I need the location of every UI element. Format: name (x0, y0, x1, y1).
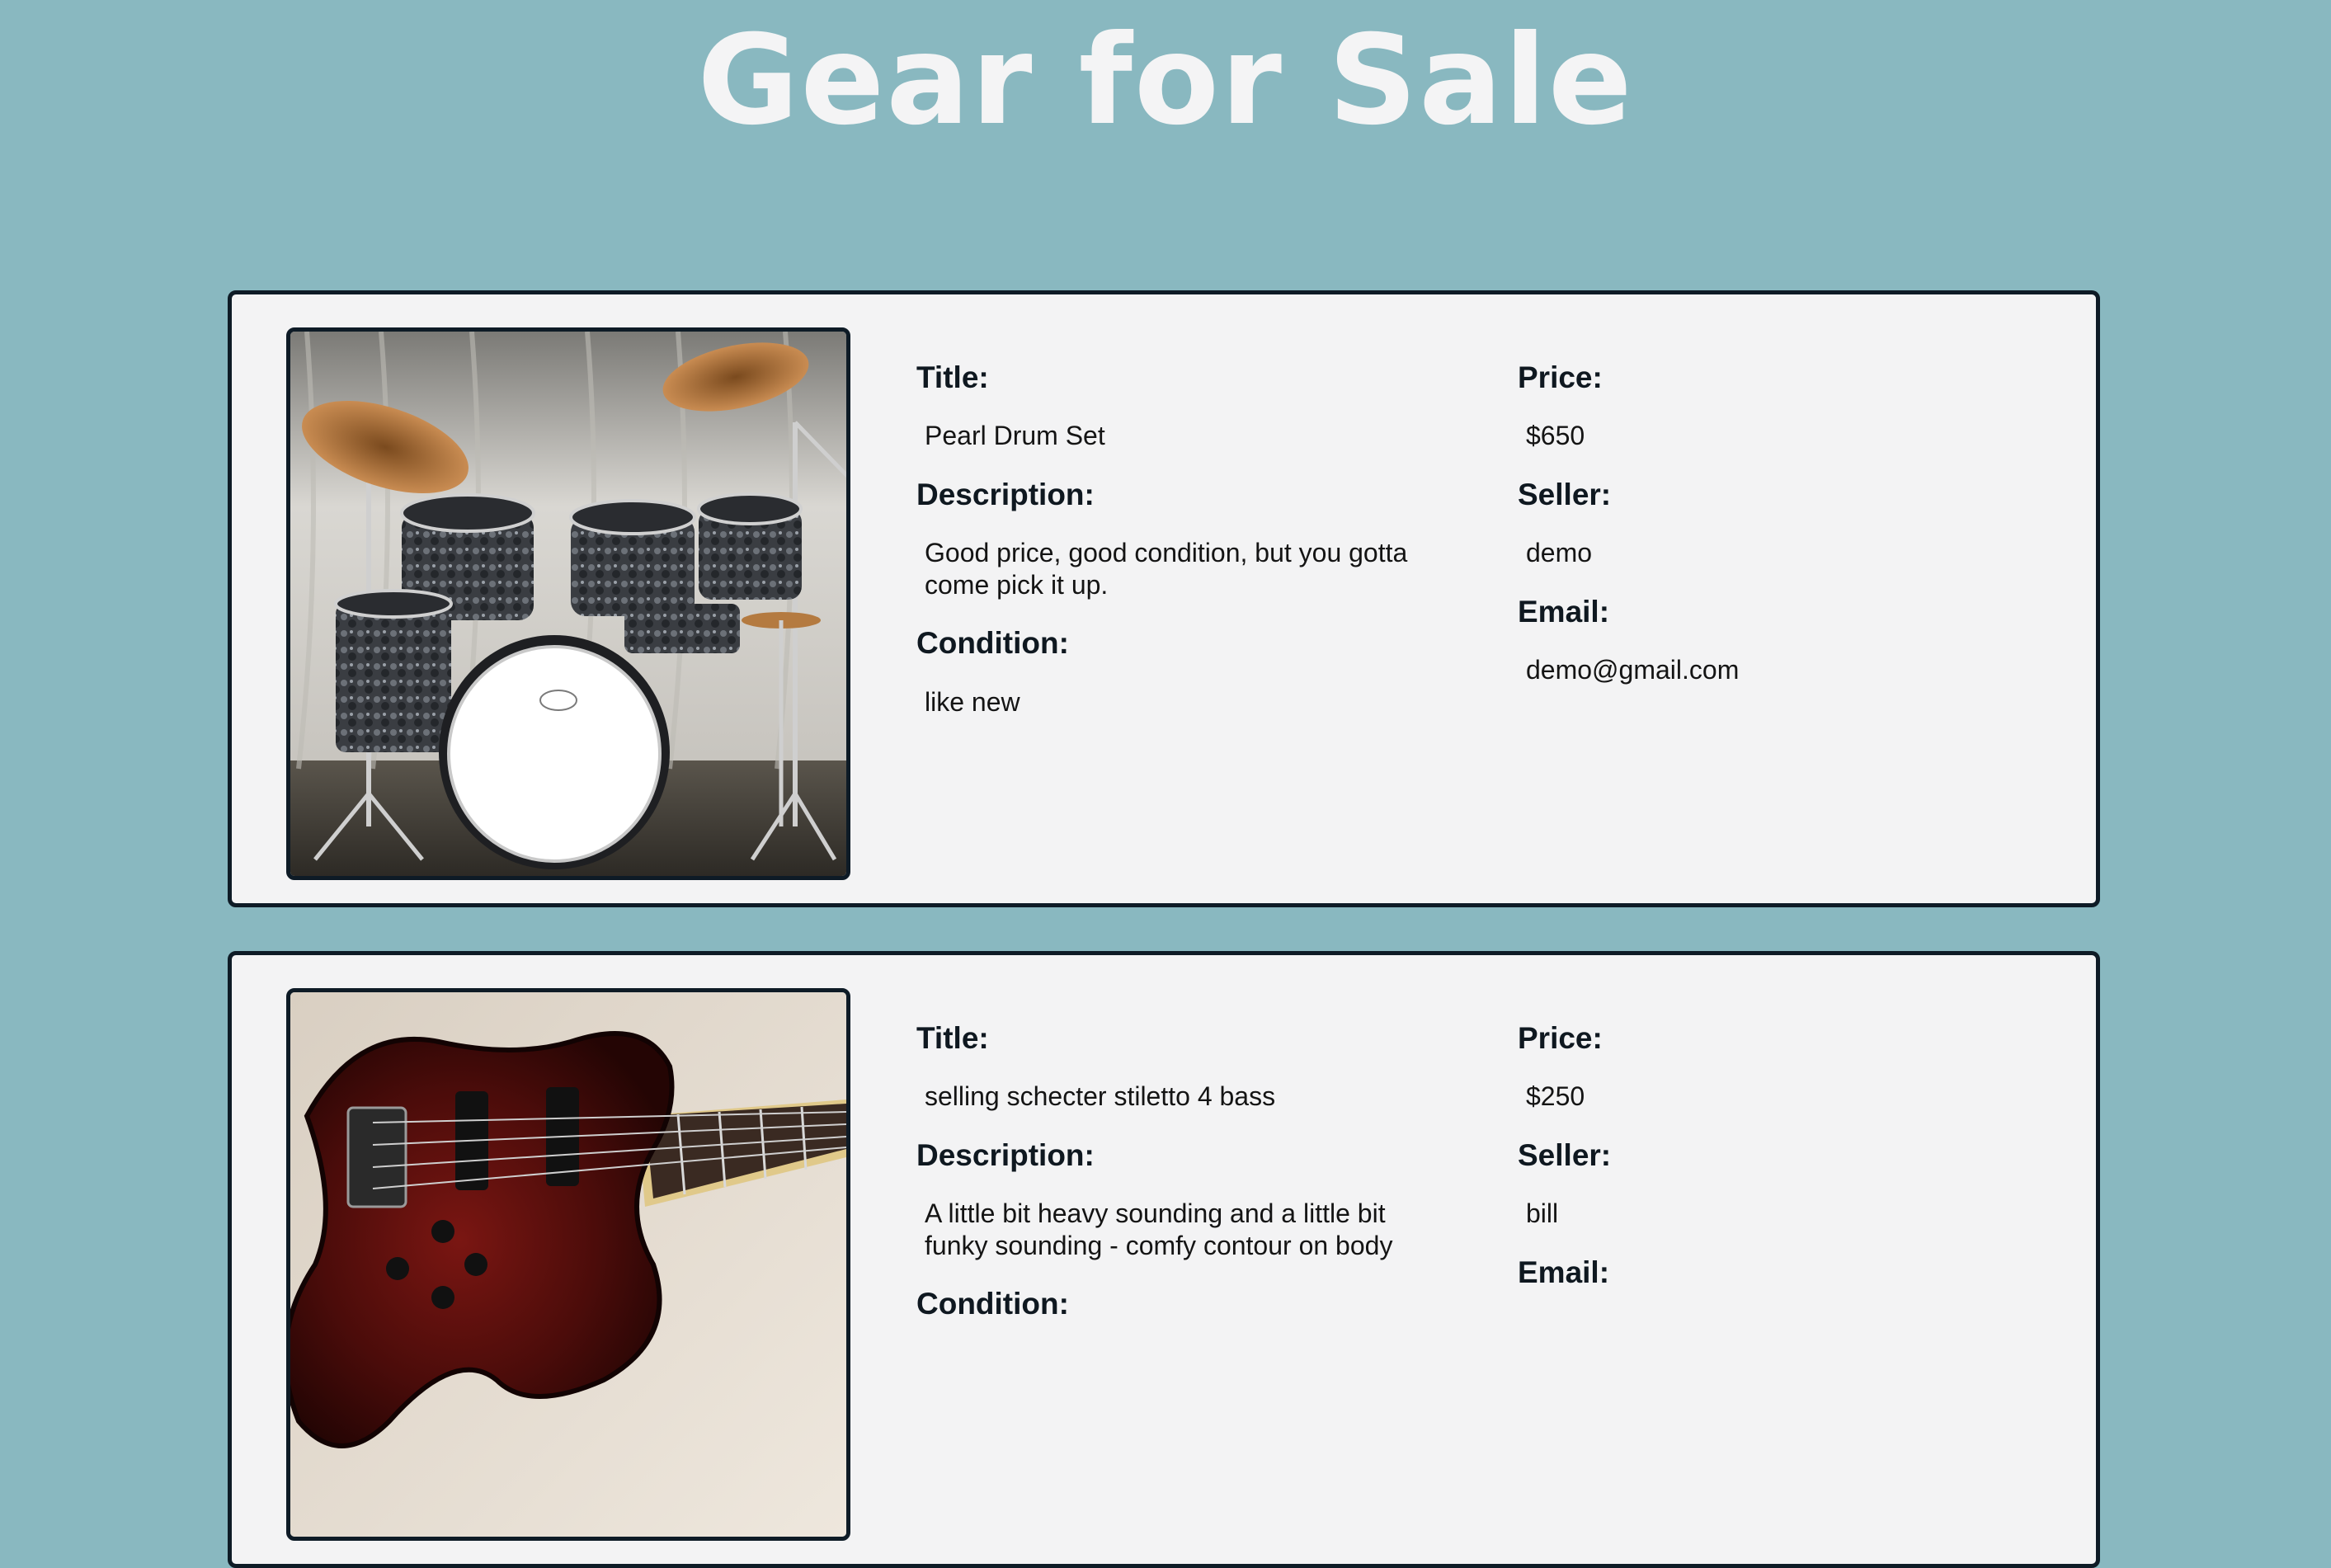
listing-seller: demo (1526, 538, 1593, 567)
seller-label: Seller: (1518, 478, 1612, 511)
listing-image[interactable] (286, 327, 850, 880)
listing-email[interactable]: demo@gmail.com (1526, 654, 1739, 686)
listing-image[interactable] (286, 988, 850, 1541)
description-label: Description: (916, 478, 1095, 511)
listing-description: A little bit heavy sounding and a little… (925, 1198, 1393, 1260)
listing-title: Pearl Drum Set (925, 421, 1105, 450)
listing-card: Title: Pearl Drum Set Description: Good … (228, 290, 2100, 907)
listing-price: $250 (1526, 1081, 1585, 1111)
page-title: Gear for Sale (697, 9, 1634, 153)
listing-title: selling schecter stiletto 4 bass (925, 1081, 1276, 1111)
email-label: Email: (1518, 1255, 1610, 1289)
drum-kit-photo (290, 332, 846, 876)
listing-price: $650 (1526, 421, 1585, 450)
title-label: Title: (916, 1021, 989, 1055)
listing-condition: like new (925, 687, 1020, 717)
listing-description: Good price, good condition, but you gott… (925, 538, 1408, 600)
listing-card: Title: selling schecter stiletto 4 bass … (228, 951, 2100, 1568)
price-label: Price: (1518, 1021, 1603, 1055)
condition-label: Condition: (916, 1287, 1069, 1321)
seller-label: Seller: (1518, 1138, 1612, 1172)
price-label: Price: (1518, 360, 1603, 394)
title-label: Title: (916, 360, 989, 394)
email-label: Email: (1518, 595, 1610, 629)
listing-seller: bill (1526, 1198, 1559, 1228)
description-label: Description: (916, 1138, 1095, 1172)
bass-guitar-photo (290, 992, 846, 1537)
condition-label: Condition: (916, 626, 1069, 660)
